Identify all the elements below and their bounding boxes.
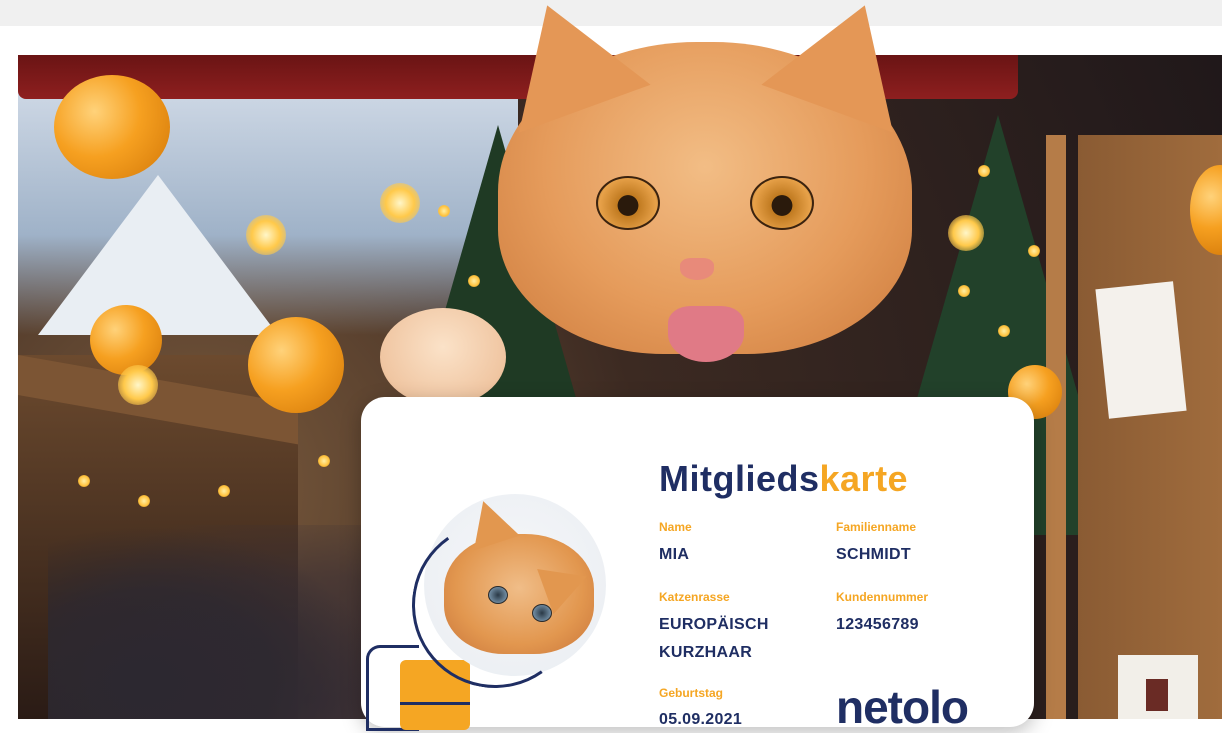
orange-ornament [248,317,344,413]
orange-ornament [90,305,162,375]
kundennummer-value: 123456789 [836,616,919,633]
orange-ornament [54,75,170,179]
bokeh-light [218,485,230,497]
katzenrasse-label: Katzenrasse [659,590,730,604]
picture-frame [1118,655,1198,719]
cat-eye [596,176,660,230]
geburtstag-label: Geburtstag [659,686,724,700]
familienname-label: Familienname [836,520,917,534]
cat-eye [750,176,814,230]
bokeh-light [1028,245,1040,257]
name-value: MIA [659,546,690,563]
cat-nose [680,258,714,280]
name-label: Name [659,520,692,534]
cat-tongue [668,306,744,362]
bokeh-light [978,165,990,177]
katzenrasse-value-line2: KURZHAAR [659,644,753,661]
bokeh-light [958,285,970,297]
paper-sign [1095,281,1187,419]
string-light [948,215,984,251]
katzenrasse-value-line1: EUROPÄISCH [659,616,769,633]
bokeh-light [318,455,330,467]
crowd-silhouettes [48,525,378,719]
string-light [380,183,420,223]
bokeh-light [468,275,480,287]
kitten-head [481,0,931,362]
familienname-value: SCHMIDT [836,546,911,563]
wooden-post [1046,135,1066,719]
cat-paw [380,308,506,406]
bokeh-light [438,205,450,217]
bokeh-light [138,495,150,507]
string-light [118,365,158,405]
bokeh-light [78,475,90,487]
white-tent-roof [38,175,278,335]
netolo-logo: netolo [836,681,969,733]
string-light [246,215,286,255]
card-title-part1: Mitglieds [659,458,820,499]
card-title-part2: karte [819,458,909,499]
geburtstag-value: 05.09.2021 [659,711,743,728]
bokeh-light [998,325,1010,337]
card-title: Mitgliedskarte [659,458,908,500]
kundennummer-label: Kundennummer [836,590,929,604]
card-decoration-line [400,702,470,705]
